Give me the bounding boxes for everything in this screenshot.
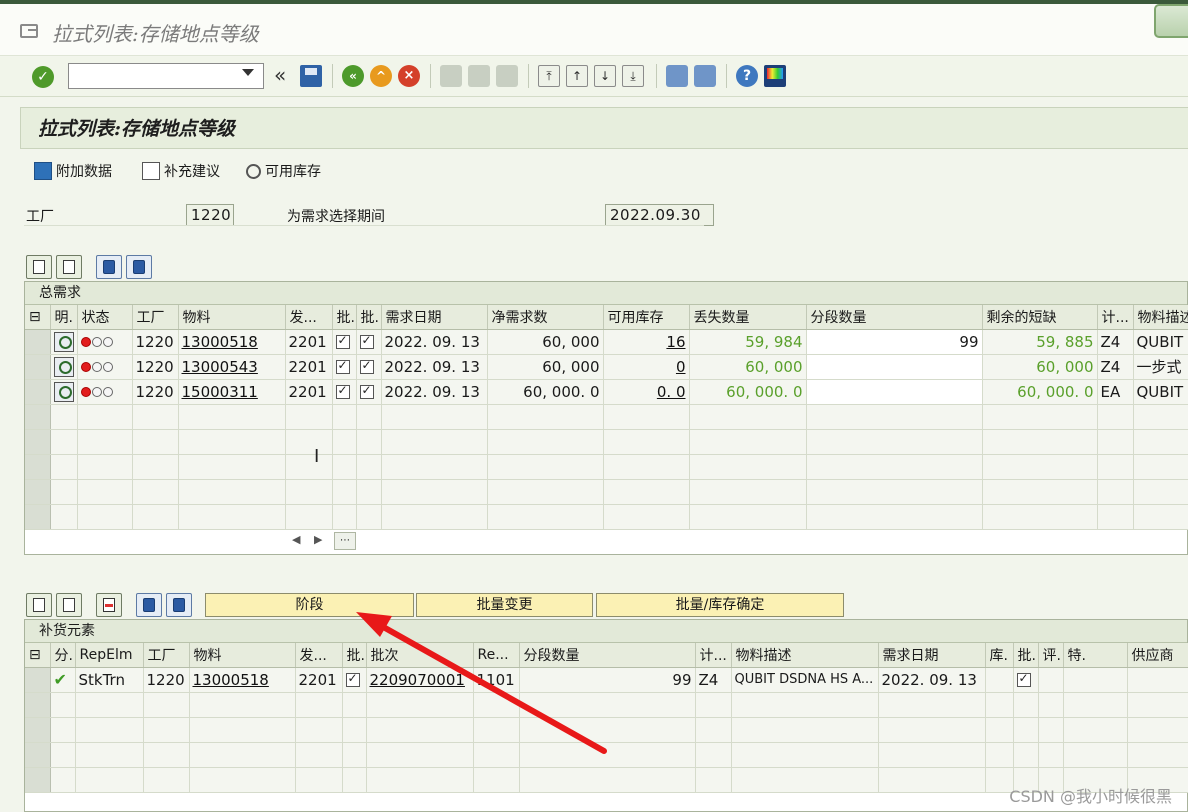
annotation-arrow-line: [375, 621, 607, 754]
watermark: CSDN @我小时候很黑: [1009, 787, 1172, 806]
annotation-arrow-head: [356, 612, 392, 637]
annotation-arrow: [356, 612, 607, 754]
